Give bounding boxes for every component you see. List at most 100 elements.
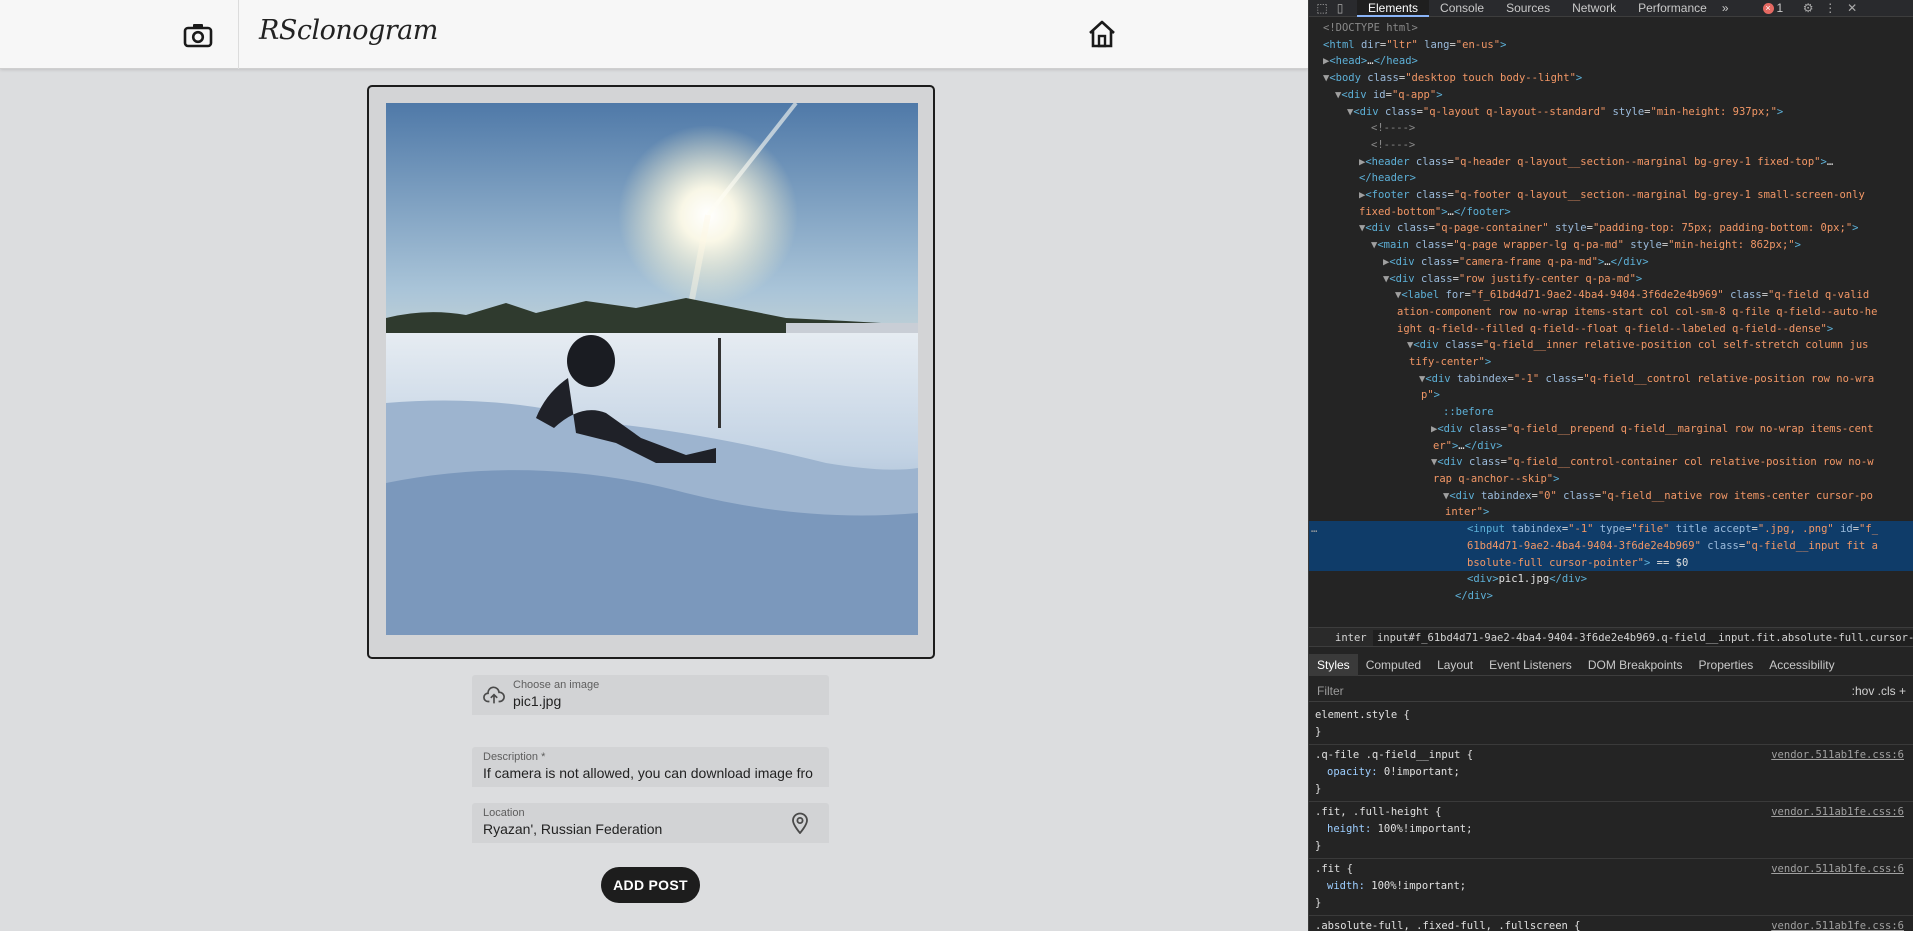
dom-line[interactable]: ▼<div tabindex="-1" class="q-field__cont…	[1309, 371, 1913, 388]
filter-tools[interactable]: :hov .cls +	[1852, 680, 1906, 702]
filter-input[interactable]: Filter	[1317, 684, 1344, 698]
dom-line[interactable]: ▼<div class="q-field__control-container …	[1309, 454, 1913, 471]
tab-network[interactable]: Network	[1561, 0, 1627, 17]
dom-line[interactable]: fixed-bottom">…</footer>	[1309, 204, 1913, 221]
dom-line[interactable]: ▼<div class="row justify-center q-pa-md"…	[1309, 271, 1913, 288]
tab-properties[interactable]: Properties	[1691, 654, 1762, 676]
dom-line[interactable]: </div>	[1309, 588, 1913, 605]
location-pin-icon[interactable]	[790, 812, 810, 834]
property-value: 100%!important;	[1377, 823, 1473, 835]
dom-line[interactable]: ▶<div class="q-field__prepend q-field__m…	[1309, 421, 1913, 438]
more-options-icon[interactable]: ⋮	[1823, 1, 1837, 15]
dom-line-selected[interactable]: bsolute-full cursor-pointer"> == $0	[1309, 554, 1913, 572]
property-value: 100%!important;	[1371, 880, 1467, 892]
rule-close: }	[1315, 840, 1322, 852]
home-button[interactable]	[1080, 12, 1124, 56]
dom-line[interactable]: er">…</div>	[1309, 438, 1913, 455]
close-icon[interactable]: ✕	[1845, 1, 1859, 15]
dom-line[interactable]: ation-component row no-wrap items-start …	[1309, 304, 1913, 321]
dom-line[interactable]: ▼<div class="q-page-container" style="pa…	[1309, 220, 1913, 237]
dom-line-selected[interactable]: 61bd4d71-9ae2-4ba4-9404-3f6de2e4b969" cl…	[1309, 537, 1913, 555]
dom-line[interactable]: ▼<div class="q-layout q-layout--standard…	[1309, 104, 1913, 121]
tab-layout[interactable]: Layout	[1429, 654, 1481, 676]
dom-line[interactable]: ▶<div class="camera-frame q-pa-md">…</di…	[1309, 254, 1913, 271]
style-rule[interactable]: vendor.511ab1fe.css:6 .q-file .q-field__…	[1309, 745, 1913, 802]
file-field-value: pic1.jpg	[513, 693, 562, 709]
dom-line[interactable]: ▼<div class="q-field__inner relative-pos…	[1309, 337, 1913, 354]
rule-source-link[interactable]: vendor.511ab1fe.css:6	[1771, 804, 1904, 821]
dom-line[interactable]: <!---->	[1309, 137, 1913, 154]
tab-console[interactable]: Console	[1429, 0, 1495, 17]
style-rule[interactable]: element.style { }	[1309, 705, 1913, 745]
rule-close: }	[1315, 783, 1322, 795]
dom-line[interactable]: ▶<head>…</head>	[1309, 53, 1913, 70]
dom-line[interactable]: </header>	[1309, 170, 1913, 187]
tab-computed[interactable]: Computed	[1358, 654, 1429, 676]
styles-pane: element.style { } vendor.511ab1fe.css:6 …	[1309, 705, 1913, 931]
tab-event-listeners[interactable]: Event Listeners	[1481, 654, 1580, 676]
breadcrumb-current[interactable]: input#f_61bd4d71-9ae2-4ba4-9404-3f6de2e4…	[1372, 630, 1913, 646]
dom-line[interactable]: p">	[1309, 387, 1913, 404]
dom-line[interactable]: ▼<body class="desktop touch body--light"…	[1309, 70, 1913, 87]
rule-property[interactable]: height: 100%!important;	[1315, 821, 1908, 838]
device-toggle-icon[interactable]: ▯	[1333, 1, 1347, 15]
dom-line[interactable]: <div>pic1.jpg</div>	[1309, 571, 1913, 588]
styles-filter[interactable]: Filter :hov .cls +	[1309, 680, 1913, 702]
dom-line[interactable]: <!---->	[1309, 120, 1913, 137]
app-header: RSclonogram	[0, 0, 1308, 69]
header-divider	[238, 0, 239, 69]
tab-performance[interactable]: Performance	[1627, 0, 1718, 17]
tab-elements[interactable]: Elements	[1357, 0, 1430, 17]
description-label: Description *	[483, 751, 546, 763]
dom-line[interactable]: ::before	[1309, 404, 1913, 421]
rule-selector: element.style {	[1315, 709, 1410, 721]
property-value: 0!important;	[1383, 766, 1460, 778]
post-photo	[386, 103, 918, 635]
image-file-field[interactable]: Choose an image pic1.jpg	[472, 675, 829, 715]
rule-property[interactable]: width: 100%!important;	[1315, 878, 1908, 895]
dom-tree[interactable]: <!DOCTYPE html> <html dir="ltr" lang="en…	[1309, 20, 1913, 620]
dom-line[interactable]: ▶<footer class="q-footer q-layout__secti…	[1309, 187, 1913, 204]
devtools-panel: ⬚ ▯ Elements Console Sources Network Per…	[1308, 0, 1913, 931]
devtools-tab-bar: ⬚ ▯ Elements Console Sources Network Per…	[1309, 0, 1913, 17]
rule-property[interactable]: opacity: 0!important;	[1315, 764, 1908, 781]
dom-line[interactable]: <html dir="ltr" lang="en-us">	[1309, 37, 1913, 54]
dom-line-selected[interactable]: … <input tabindex="-1" type="file" title …	[1309, 521, 1913, 538]
dom-line[interactable]: ▼<main class="q-page wrapper-lg q-pa-md"…	[1309, 237, 1913, 254]
styles-subtab-bar: Styles Computed Layout Event Listeners D…	[1309, 653, 1913, 676]
tab-sources[interactable]: Sources	[1495, 0, 1561, 17]
rule-source-link[interactable]: vendor.511ab1fe.css:6	[1771, 861, 1904, 878]
dom-line[interactable]: tify-center">	[1309, 354, 1913, 371]
dom-line[interactable]: ight q-field--filled q-field--float q-fi…	[1309, 321, 1913, 338]
dom-line[interactable]: ▶<header class="q-header q-layout__secti…	[1309, 154, 1913, 171]
dom-line[interactable]: ▼<div id="q-app">	[1309, 87, 1913, 104]
dom-line[interactable]: ▼<div tabindex="0" class="q-field__nativ…	[1309, 488, 1913, 505]
dom-line[interactable]: ▼<label for="f_61bd4d71-9ae2-4ba4-9404-3…	[1309, 287, 1913, 304]
tab-accessibility[interactable]: Accessibility	[1761, 654, 1842, 676]
tab-dom-breakpoints[interactable]: DOM Breakpoints	[1580, 654, 1691, 676]
dom-line[interactable]: <!DOCTYPE html>	[1309, 20, 1913, 37]
dom-line[interactable]: inter">	[1309, 504, 1913, 521]
tab-styles[interactable]: Styles	[1309, 653, 1358, 676]
app-title[interactable]: RSclonogram	[259, 15, 438, 46]
style-rule[interactable]: vendor.511ab1fe.css:6 .fit, .full-height…	[1309, 802, 1913, 859]
style-rule[interactable]: vendor.511ab1fe.css:6 .fit { width: 100%…	[1309, 859, 1913, 916]
inspect-element-icon[interactable]: ⬚	[1315, 1, 1329, 15]
add-post-button[interactable]: ADD POST	[601, 867, 700, 903]
rule-source-link[interactable]: vendor.511ab1fe.css:6	[1771, 918, 1904, 931]
camera-button[interactable]	[177, 14, 219, 56]
location-field[interactable]: Location Ryazan', Russian Federation	[472, 803, 829, 843]
description-input[interactable]: If camera is not allowed, you can downlo…	[483, 765, 823, 781]
settings-gear-icon[interactable]: ⚙	[1801, 1, 1815, 15]
error-icon: ×	[1762, 2, 1774, 14]
error-counter[interactable]: × 1	[1762, 1, 1783, 15]
dom-line[interactable]: rap q-anchor--skip">	[1309, 471, 1913, 488]
property-name: height	[1327, 823, 1365, 835]
description-field[interactable]: Description * If camera is not allowed, …	[472, 747, 829, 787]
location-input[interactable]: Ryazan', Russian Federation	[483, 821, 662, 837]
style-rule[interactable]: vendor.511ab1fe.css:6 .absolute-full, .f…	[1309, 916, 1913, 931]
breadcrumb-prefix[interactable]: inter	[1335, 632, 1367, 644]
rule-source-link[interactable]: vendor.511ab1fe.css:6	[1771, 747, 1904, 764]
more-tabs-button[interactable]: »	[1718, 0, 1733, 17]
dom-breadcrumb[interactable]: inter input#f_61bd4d71-9ae2-4ba4-9404-3f…	[1309, 627, 1913, 647]
